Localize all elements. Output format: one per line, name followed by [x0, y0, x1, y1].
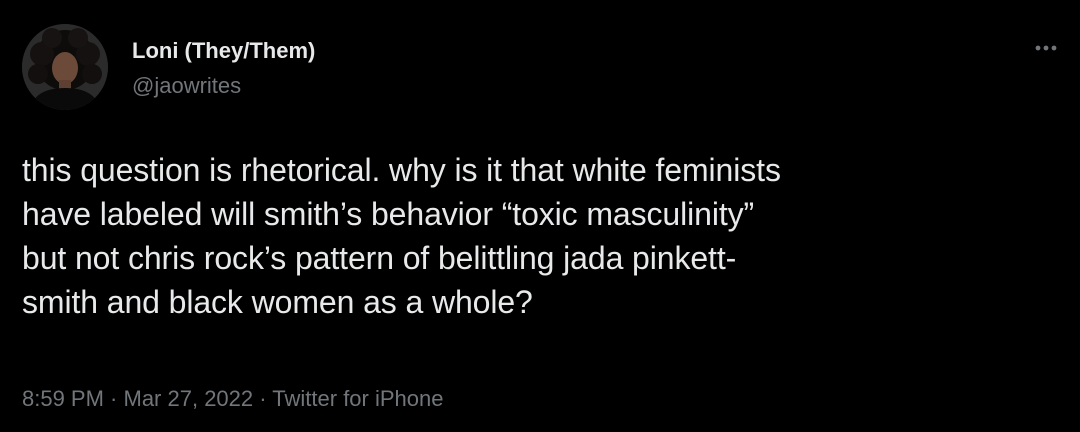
avatar[interactable] [22, 24, 108, 110]
user-avatar-image [22, 24, 108, 110]
meta-separator: · [253, 386, 273, 411]
tweet-text-line: this question is rhetorical. why is it t… [22, 152, 781, 188]
meta-separator: · [103, 386, 124, 411]
display-name[interactable]: Loni (They/Them) [132, 38, 315, 64]
user-handle[interactable]: @jaowrites [132, 73, 315, 99]
tweet-metadata: 8:59 PM · Mar 27, 2022 · Twitter for iPh… [22, 384, 443, 414]
more-options-button[interactable] [1030, 38, 1062, 58]
more-horizontal-icon [1035, 45, 1057, 51]
tweet-text-line: smith and black women as a whole? [22, 284, 533, 320]
tweet-text-line: have labeled will smith’s behavior “toxi… [22, 196, 755, 232]
tweet-text: this question is rhetorical. why is it t… [22, 148, 1067, 324]
tweet: Loni (They/Them) @jaowrites this questio… [0, 0, 1080, 432]
author-info: Loni (They/Them) @jaowrites [132, 38, 315, 99]
tweet-source[interactable]: Twitter for iPhone [272, 386, 443, 411]
tweet-text-line: but not chris rock’s pattern of belittli… [22, 240, 737, 276]
tweet-date[interactable]: Mar 27, 2022 [124, 386, 254, 411]
tweet-time[interactable]: 8:59 PM [22, 386, 104, 411]
